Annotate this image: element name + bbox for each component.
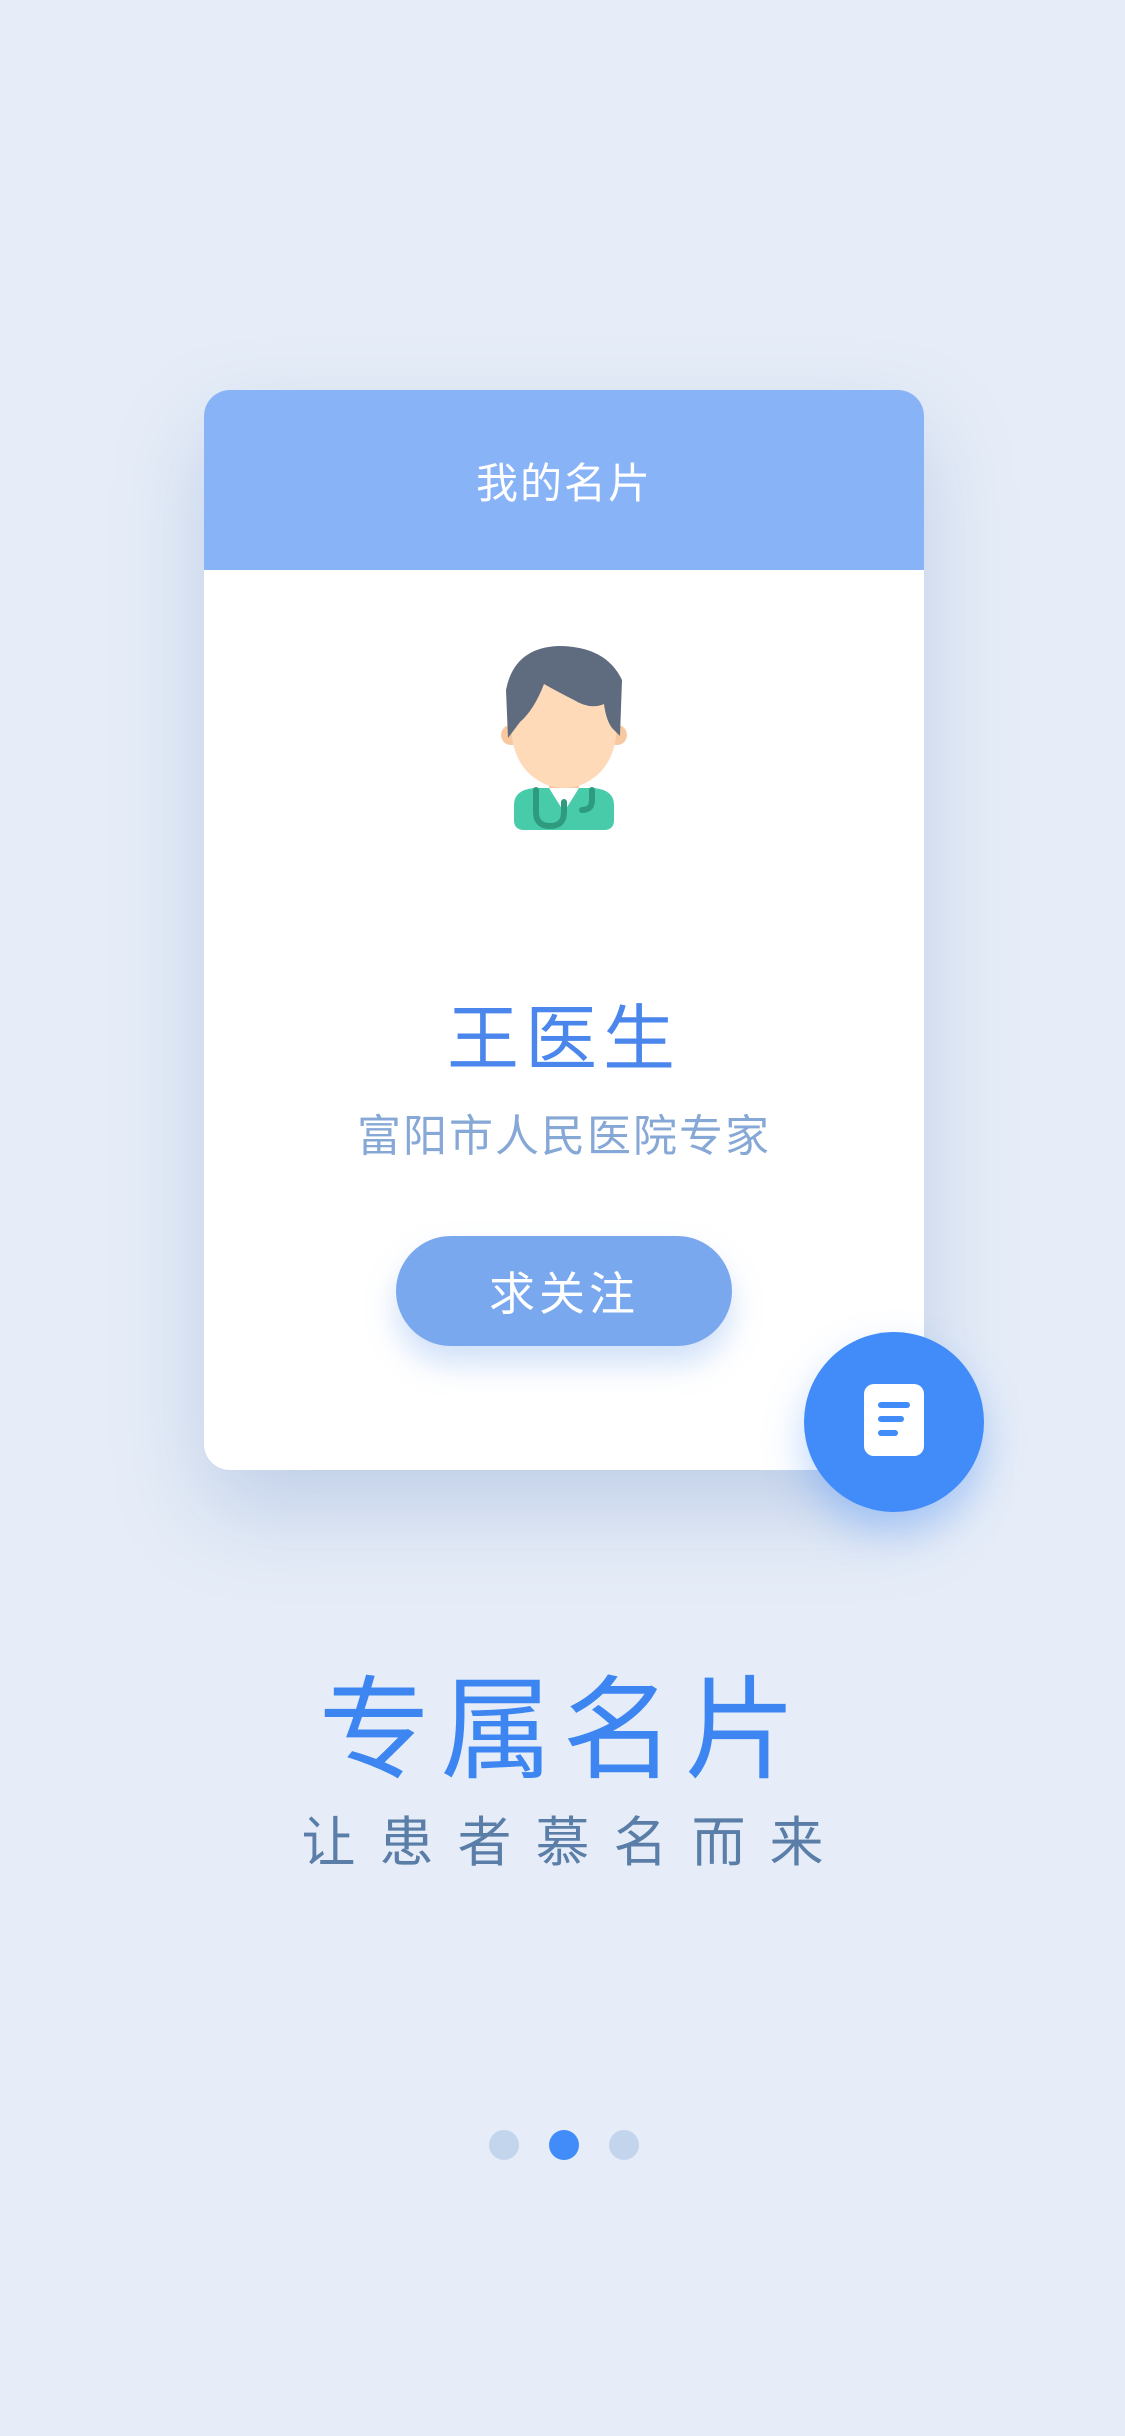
headline: 专属名片 bbox=[318, 1666, 807, 1796]
doctor-name: 王医生 bbox=[446, 997, 681, 1081]
subheadline: 让患者慕名而来 bbox=[301, 1811, 848, 1874]
page-dot-2-active[interactable] bbox=[549, 2130, 579, 2160]
follow-button[interactable]: 求关注 bbox=[396, 1236, 732, 1346]
document-icon bbox=[862, 1382, 926, 1462]
page-indicator bbox=[489, 2130, 639, 2160]
doctor-title: 富阳市人民医院专家 bbox=[357, 1111, 771, 1162]
card-title: 我的名片 bbox=[475, 458, 652, 508]
document-fab-button[interactable] bbox=[804, 1332, 984, 1512]
card-header: 我的名片 bbox=[204, 390, 924, 570]
doctor-avatar-icon bbox=[494, 640, 634, 830]
page-dot-3[interactable] bbox=[609, 2130, 639, 2160]
page-dot-1[interactable] bbox=[489, 2130, 519, 2160]
business-card: 我的名片 王医生 富阳市人民医院专家 求关注 bbox=[204, 390, 924, 1470]
